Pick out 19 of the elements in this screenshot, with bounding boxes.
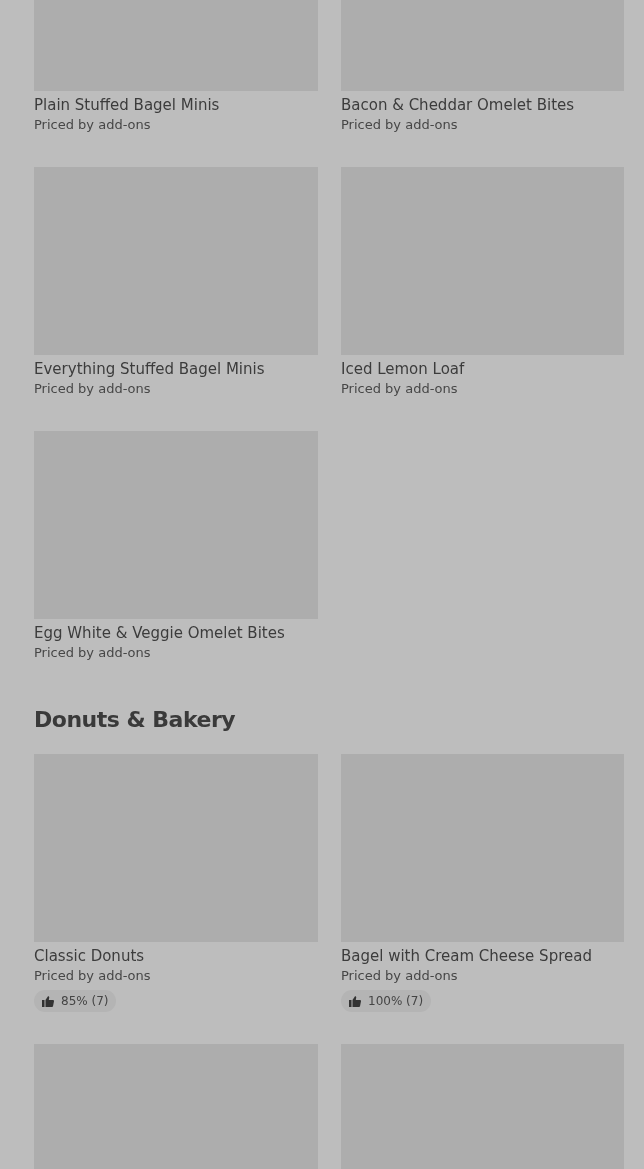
rating-badge: 100% (7): [341, 990, 432, 1012]
item-title[interactable]: Everything Stuffed Bagel Minis: [34, 359, 265, 379]
thumbs-up-icon: [349, 995, 361, 1007]
item-title[interactable]: Bacon & Cheddar Omelet Bites: [341, 95, 575, 115]
item-title[interactable]: Classic Donuts: [34, 946, 145, 966]
item-price: Priced by add-ons: [34, 644, 151, 662]
item-title[interactable]: Egg White & Veggie Omelet Bites: [34, 623, 285, 643]
item-title[interactable]: Bagel with Cream Cheese Spread: [341, 946, 592, 966]
item-price: Priced by add-ons: [341, 380, 458, 398]
item-title[interactable]: Plain Stuffed Bagel Minis: [34, 95, 220, 115]
item-price: Priced by add-ons: [34, 380, 151, 398]
section-heading: Donuts & Bakery: [34, 706, 236, 734]
item-price: Priced by add-ons: [34, 116, 151, 134]
item-price: Priced by add-ons: [341, 116, 458, 134]
thumbs-up-icon: [42, 995, 54, 1007]
rating-badge: 85% (7): [34, 990, 117, 1012]
item-title[interactable]: Iced Lemon Loaf: [341, 359, 465, 379]
item-price: Priced by add-ons: [34, 967, 151, 985]
item-price: Priced by add-ons: [341, 967, 458, 985]
